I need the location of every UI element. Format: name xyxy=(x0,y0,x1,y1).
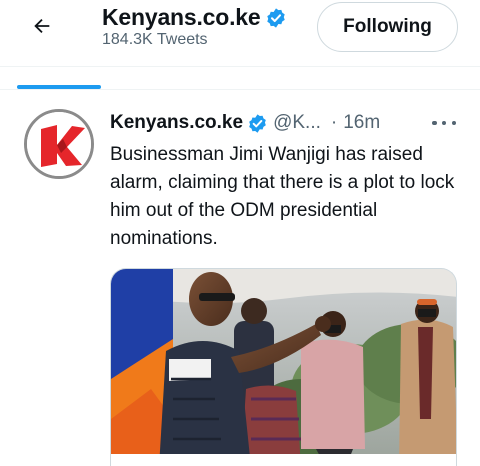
page-title: Kenyans.co.ke xyxy=(102,4,261,30)
header-title-row: Kenyans.co.ke xyxy=(102,4,287,31)
verified-badge-icon xyxy=(249,113,266,133)
arrow-left-icon xyxy=(34,18,50,34)
verified-badge-icon xyxy=(267,7,286,28)
back-button[interactable] xyxy=(26,10,58,42)
separator-dot: · xyxy=(330,112,338,133)
tweet-count: 184.3K Tweets xyxy=(102,31,208,48)
more-options-button[interactable] xyxy=(428,112,460,134)
tweet-header: Kenyans.co.ke @K... · 16m xyxy=(110,110,470,136)
kenyans-logo-icon xyxy=(27,112,91,176)
profile-header: Kenyans.co.ke 184.3K Tweets Following xyxy=(0,0,480,56)
avatar[interactable] xyxy=(24,109,94,179)
more-horizontal-icon xyxy=(441,120,447,126)
more-horizontal-icon xyxy=(432,120,437,126)
tweet-timestamp[interactable]: 16m xyxy=(343,112,380,134)
more-horizontal-icon xyxy=(451,120,456,126)
divider xyxy=(0,89,480,90)
tweet-author-name[interactable]: Kenyans.co.ke xyxy=(110,112,243,134)
tweet-text: Businessman Jimi Wanjigi has raised alar… xyxy=(110,144,455,249)
tweet-author-handle[interactable]: @K... xyxy=(273,112,321,134)
divider xyxy=(0,66,480,67)
photo-image xyxy=(111,269,456,466)
tweet-media-image[interactable] xyxy=(110,268,457,466)
following-button[interactable]: Following xyxy=(317,2,458,52)
